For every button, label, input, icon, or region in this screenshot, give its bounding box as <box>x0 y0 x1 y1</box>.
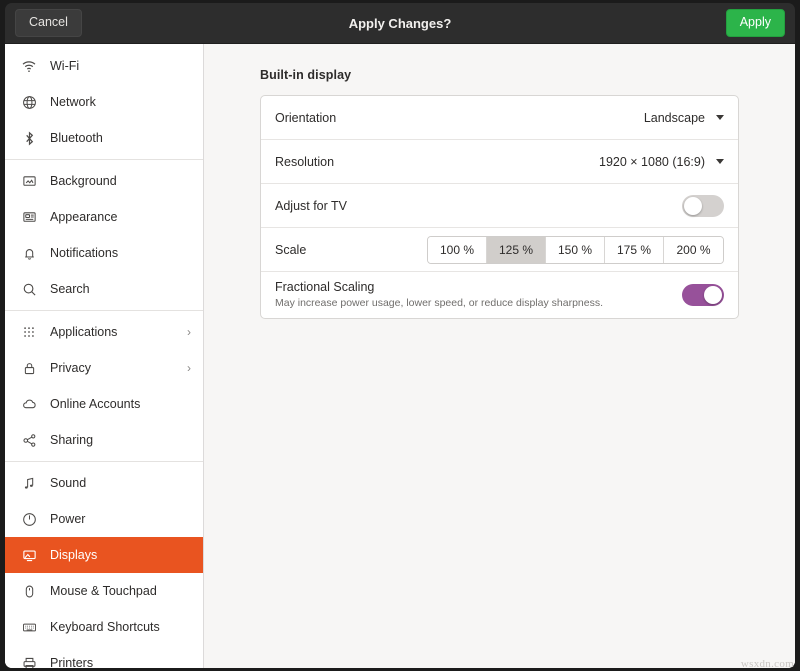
adjust-for-tv-toggle[interactable] <box>682 195 724 217</box>
bluetooth-icon <box>19 128 39 148</box>
search-icon <box>19 279 39 299</box>
sidebar-item-label: Wi-Fi <box>50 59 191 73</box>
bell-icon <box>19 243 39 263</box>
sidebar-separator <box>5 461 203 462</box>
chevron-right-icon: › <box>187 325 191 339</box>
cloud-icon <box>19 394 39 414</box>
share-nodes-icon <box>19 430 39 450</box>
wifi-icon <box>19 56 39 76</box>
keyboard-icon <box>19 617 39 637</box>
apply-button[interactable]: Apply <box>726 9 785 37</box>
scale-option-200[interactable]: 200 % <box>664 237 723 263</box>
sidebar[interactable]: Wi-Fi Network Bluetooth <box>5 44 204 668</box>
display-settings-card: Orientation Landscape Resolution 1920 × … <box>260 95 739 319</box>
sidebar-item-background[interactable]: Background <box>5 163 203 199</box>
chevron-right-icon: › <box>187 361 191 375</box>
sidebar-item-label: Search <box>50 282 191 296</box>
sidebar-item-search[interactable]: Search <box>5 271 203 307</box>
sidebar-item-displays[interactable]: Displays <box>5 537 203 573</box>
display-icon <box>19 545 39 565</box>
adjust-for-tv-label: Adjust for TV <box>275 199 347 213</box>
sidebar-item-printers[interactable]: Printers <box>5 645 203 668</box>
sidebar-item-applications[interactable]: Applications › <box>5 314 203 350</box>
sidebar-item-label: Background <box>50 174 191 188</box>
sidebar-item-label: Mouse & Touchpad <box>50 584 191 598</box>
fractional-scaling-label: Fractional Scaling <box>275 279 603 296</box>
sidebar-item-sharing[interactable]: Sharing <box>5 422 203 458</box>
section-heading: Built-in display <box>260 68 739 82</box>
lock-icon <box>19 358 39 378</box>
sidebar-item-privacy[interactable]: Privacy › <box>5 350 203 386</box>
orientation-value: Landscape <box>644 111 705 125</box>
sidebar-separator <box>5 310 203 311</box>
sidebar-item-label: Printers <box>50 656 191 668</box>
grid-dots-icon <box>19 322 39 342</box>
header-bar: Cancel Apply Changes? Apply <box>5 3 795 44</box>
watermark: wsxdn.com <box>741 658 794 670</box>
fractional-scaling-toggle[interactable] <box>682 284 724 306</box>
resolution-value: 1920 × 1080 (16:9) <box>599 155 705 169</box>
sidebar-item-bluetooth[interactable]: Bluetooth <box>5 120 203 156</box>
sidebar-item-label: Sharing <box>50 433 191 447</box>
fractional-scaling-subtitle: May increase power usage, lower speed, o… <box>275 296 603 310</box>
sidebar-item-label: Sound <box>50 476 191 490</box>
sidebar-item-network[interactable]: Network <box>5 84 203 120</box>
music-note-icon <box>19 473 39 493</box>
sidebar-separator <box>5 159 203 160</box>
settings-window: Cancel Apply Changes? Apply Wi-Fi <box>0 0 800 671</box>
orientation-row[interactable]: Orientation Landscape <box>261 96 738 140</box>
window-body: Wi-Fi Network Bluetooth <box>5 44 795 668</box>
sidebar-item-label: Notifications <box>50 246 191 260</box>
fractional-scaling-text: Fractional Scaling May increase power us… <box>275 279 603 310</box>
sidebar-item-label: Power <box>50 512 191 526</box>
resolution-row[interactable]: Resolution 1920 × 1080 (16:9) <box>261 140 738 184</box>
sidebar-item-keyboard-shortcuts[interactable]: Keyboard Shortcuts <box>5 609 203 645</box>
background-monitor-icon <box>19 171 39 191</box>
sidebar-item-label: Network <box>50 95 191 109</box>
cancel-button[interactable]: Cancel <box>15 9 82 37</box>
sidebar-item-sound[interactable]: Sound <box>5 465 203 501</box>
scale-option-150[interactable]: 150 % <box>546 237 605 263</box>
toggle-knob <box>684 197 702 215</box>
chevron-down-icon[interactable] <box>716 159 724 164</box>
orientation-label: Orientation <box>275 111 336 125</box>
scale-option-125[interactable]: 125 % <box>487 237 546 263</box>
network-globe-icon <box>19 92 39 112</box>
appearance-icon <box>19 207 39 227</box>
fractional-scaling-row: Fractional Scaling May increase power us… <box>261 272 738 318</box>
scale-segmented-control[interactable]: 100 % 125 % 150 % 175 % 200 % <box>427 236 724 264</box>
scale-option-175[interactable]: 175 % <box>605 237 664 263</box>
sidebar-item-label: Bluetooth <box>50 131 191 145</box>
sidebar-item-mouse-touchpad[interactable]: Mouse & Touchpad <box>5 573 203 609</box>
sidebar-item-label: Applications <box>50 325 187 339</box>
power-icon <box>19 509 39 529</box>
page-title: Apply Changes? <box>5 16 795 31</box>
sidebar-item-label: Displays <box>50 548 191 562</box>
chevron-down-icon[interactable] <box>716 115 724 120</box>
sidebar-item-power[interactable]: Power <box>5 501 203 537</box>
scale-row: Scale 100 % 125 % 150 % 175 % 200 % <box>261 228 738 272</box>
sidebar-item-online-accounts[interactable]: Online Accounts <box>5 386 203 422</box>
sidebar-item-label: Appearance <box>50 210 191 224</box>
sidebar-item-wifi[interactable]: Wi-Fi <box>5 48 203 84</box>
resolution-label: Resolution <box>275 155 334 169</box>
content-pane: Built-in display Orientation Landscape R… <box>204 44 795 668</box>
scale-label: Scale <box>275 243 306 257</box>
scale-option-100[interactable]: 100 % <box>428 237 487 263</box>
sidebar-item-label: Online Accounts <box>50 397 191 411</box>
sidebar-item-appearance[interactable]: Appearance <box>5 199 203 235</box>
adjust-for-tv-row: Adjust for TV <box>261 184 738 228</box>
sidebar-item-label: Privacy <box>50 361 187 375</box>
printer-icon <box>19 653 39 668</box>
mouse-icon <box>19 581 39 601</box>
toggle-knob <box>704 286 722 304</box>
sidebar-item-notifications[interactable]: Notifications <box>5 235 203 271</box>
sidebar-item-label: Keyboard Shortcuts <box>50 620 191 634</box>
